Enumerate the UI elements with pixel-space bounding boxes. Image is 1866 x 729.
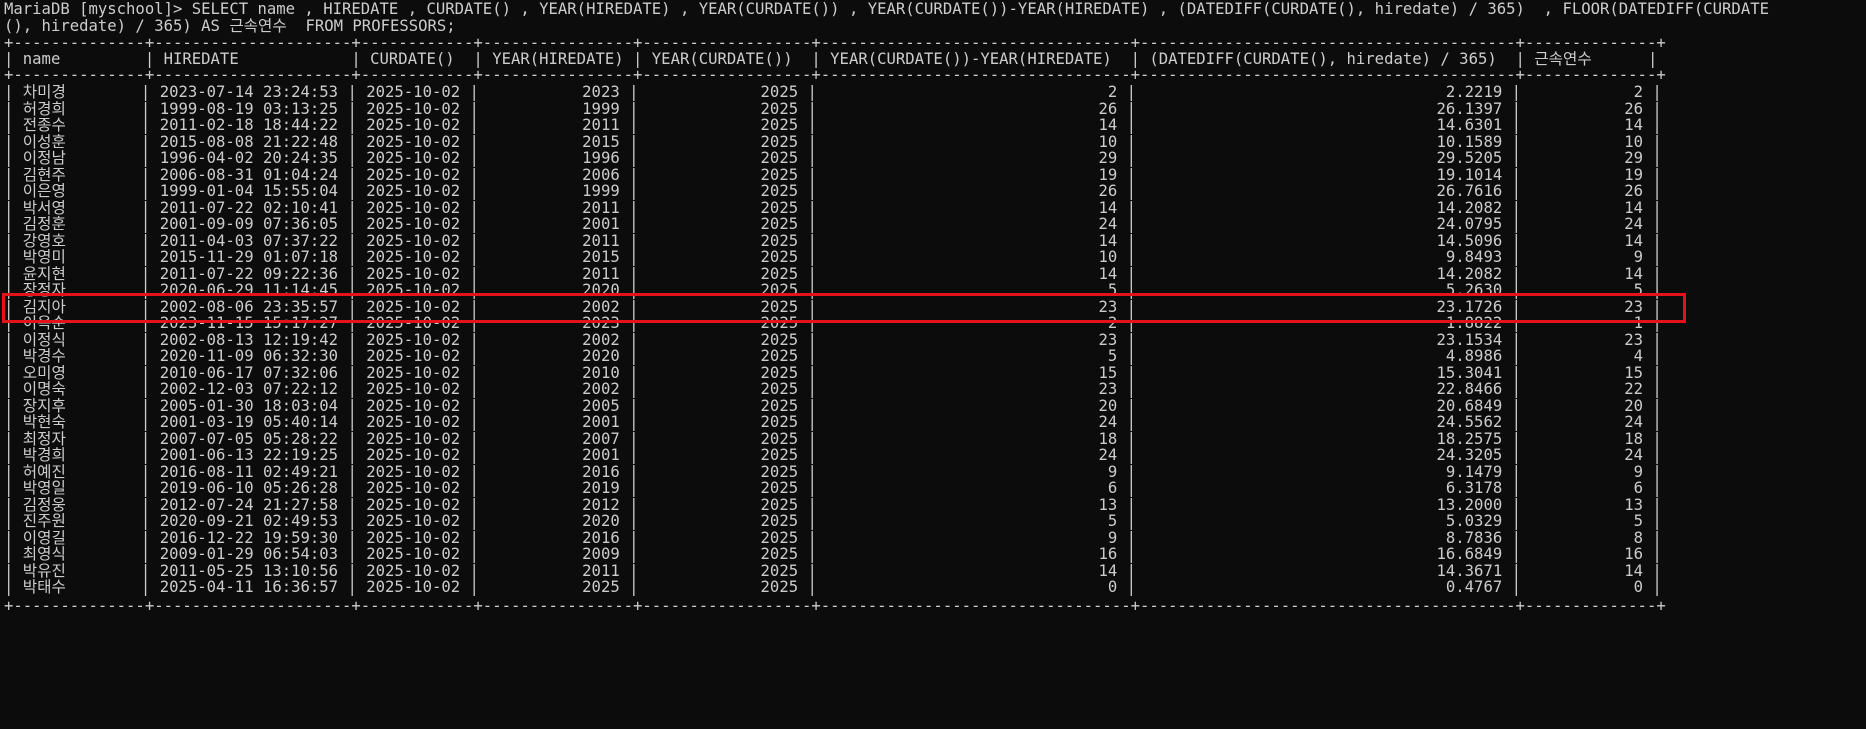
table-row: | 박태수 | 2025-04-11 16:36:57 | 2025-10-02…: [4, 578, 1662, 596]
table-border-bottom: +--------------+---------------------+--…: [4, 596, 1666, 615]
terminal-window[interactable]: MariaDB [myschool]> SELECT name , HIREDA…: [0, 0, 1866, 729]
